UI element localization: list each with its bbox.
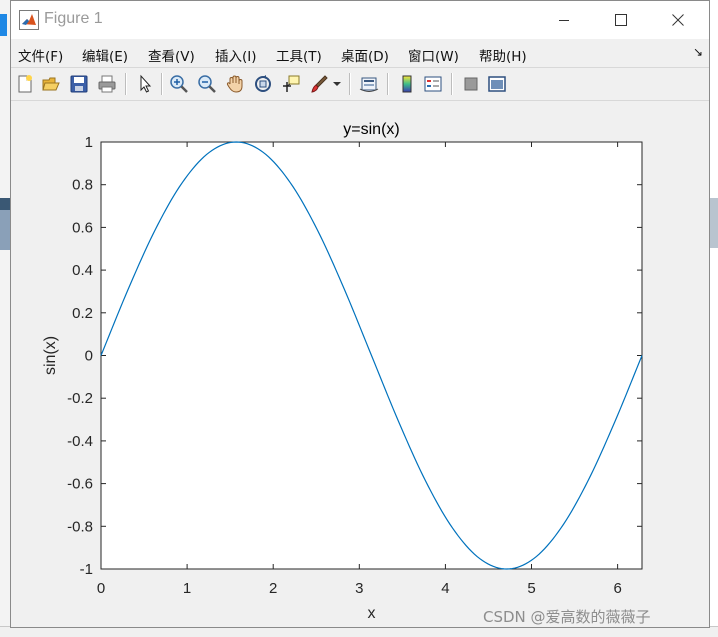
pan-hand-icon[interactable] xyxy=(223,72,247,96)
x-tick-label: 0 xyxy=(97,580,105,597)
menu-desktop[interactable]: 桌面(D) xyxy=(341,45,389,65)
window-title: Figure 1 xyxy=(44,10,103,27)
toolbar-separator xyxy=(161,73,163,95)
toolbar-separator xyxy=(387,73,389,95)
y-tick-label: 0.2 xyxy=(72,305,93,322)
figure-canvas: 0 1 2 3 4 5 6 1 0.8 0.6 0.4 0.2 0 -0.2 -0.4 -0.6 -0.8 -1 y… xyxy=(11,101,709,627)
background-app-accent xyxy=(0,14,7,36)
y-tick-label: -0.2 xyxy=(67,390,93,407)
minimize-button[interactable] xyxy=(536,1,592,39)
y-axis-label: sin(x) xyxy=(42,336,59,375)
x-axis-label: x xyxy=(368,605,376,622)
close-icon xyxy=(672,14,684,26)
link-plot-icon[interactable] xyxy=(357,72,381,96)
zoom-in-icon[interactable] xyxy=(167,72,191,96)
background-app-thumbnail xyxy=(710,198,718,248)
maximize-button[interactable] xyxy=(593,1,649,39)
brush-icon[interactable] xyxy=(307,72,331,96)
print-icon[interactable] xyxy=(95,72,119,96)
menu-window[interactable]: 窗口(W) xyxy=(408,45,459,65)
x-tick-label: 4 xyxy=(441,580,449,597)
background-app-thumbnail-strip xyxy=(0,210,10,250)
close-button[interactable] xyxy=(650,1,706,39)
toolbar-separator xyxy=(349,73,351,95)
y-tick-label: -0.6 xyxy=(67,476,93,493)
sine-chart[interactable]: 0 1 2 3 4 5 6 1 0.8 0.6 0.4 0.2 0 -0.2 -0.4 -0.6 -0.8 -1 y… xyxy=(11,101,709,627)
chart-title: y=sin(x) xyxy=(343,121,399,138)
open-file-icon[interactable] xyxy=(39,72,63,96)
pointer-icon[interactable] xyxy=(133,72,157,96)
show-plot-tools-icon[interactable] xyxy=(485,72,509,96)
matlab-logo-icon xyxy=(19,10,39,30)
y-tick-label: 0 xyxy=(85,348,93,365)
data-cursor-icon[interactable] xyxy=(279,72,303,96)
menu-tools[interactable]: 工具(T) xyxy=(276,45,322,65)
toolbar xyxy=(11,67,709,101)
colorbar-icon[interactable] xyxy=(395,72,419,96)
hide-plot-tools-icon[interactable] xyxy=(459,72,483,96)
x-tick-label: 6 xyxy=(613,580,621,597)
title-bar[interactable]: Figure 1 xyxy=(11,1,709,39)
menu-help[interactable]: 帮助(H) xyxy=(479,45,527,65)
toolbar-separator xyxy=(451,73,453,95)
menu-insert[interactable]: 插入(I) xyxy=(215,45,257,65)
figure-window: Figure 1 文件(F) 编辑(E) 查看(V) 插入(I) 工具(T) 桌… xyxy=(10,0,710,628)
toolbar-separator xyxy=(125,73,127,95)
menu-edit[interactable]: 编辑(E) xyxy=(82,45,128,65)
background-app-right-edge xyxy=(710,0,718,636)
minimize-icon xyxy=(559,20,569,21)
menu-view[interactable]: 查看(V) xyxy=(148,45,195,65)
legend-icon[interactable] xyxy=(421,72,445,96)
new-figure-icon[interactable] xyxy=(13,72,37,96)
save-icon[interactable] xyxy=(67,72,91,96)
y-tick-label: -0.8 xyxy=(67,518,93,535)
dock-arrow-icon[interactable]: ↘ xyxy=(693,45,703,59)
rotate-3d-icon[interactable] xyxy=(251,72,275,96)
y-tick-label: 0.6 xyxy=(72,219,93,236)
y-tick-label: 1 xyxy=(85,134,93,151)
x-tick-label: 1 xyxy=(183,580,191,597)
zoom-out-icon[interactable] xyxy=(195,72,219,96)
brush-dropdown-icon[interactable] xyxy=(331,72,343,96)
x-tick-label: 2 xyxy=(269,580,277,597)
menu-bar: 文件(F) 编辑(E) 查看(V) 插入(I) 工具(T) 桌面(D) 窗口(W… xyxy=(11,39,709,67)
x-tick-label: 3 xyxy=(355,580,363,597)
menu-file[interactable]: 文件(F) xyxy=(18,45,63,65)
y-tick-label: -1 xyxy=(80,561,93,578)
y-tick-label: 0.8 xyxy=(72,177,93,194)
maximize-icon xyxy=(615,14,627,26)
y-tick-label: 0.4 xyxy=(72,262,93,279)
csdn-watermark: CSDN @爱高数的薇薇子 xyxy=(483,608,651,626)
y-tick-label: -0.4 xyxy=(67,433,93,450)
x-tick-label: 5 xyxy=(527,580,535,597)
